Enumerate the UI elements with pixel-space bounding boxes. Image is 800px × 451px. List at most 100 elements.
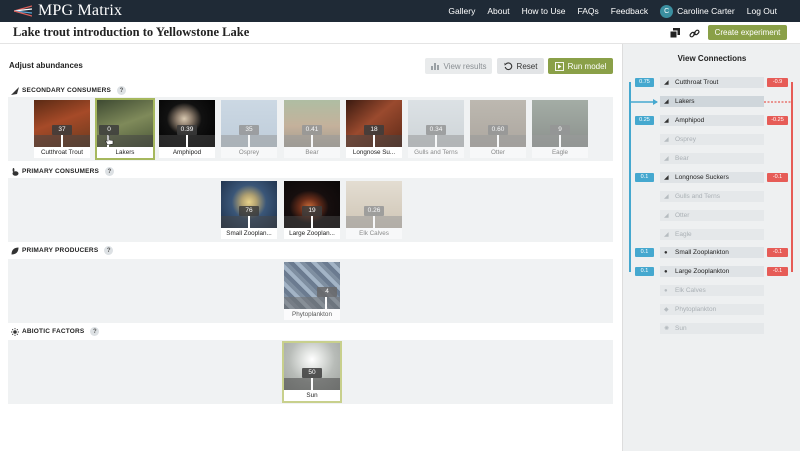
card-phytoplankton[interactable]: 4 Phytoplankton bbox=[284, 262, 340, 320]
main-panel: Adjust abundances View results Reset Run… bbox=[0, 44, 622, 451]
positive-weight-badge: 0.1 bbox=[635, 248, 654, 257]
card-small-zooplankton[interactable]: 76 Small Zooplan... bbox=[221, 181, 277, 239]
card-longnose-suckers[interactable]: 18 Longnose Su... bbox=[346, 100, 402, 158]
reset-icon bbox=[504, 61, 512, 70]
adjust-abundances-heading: Adjust abundances bbox=[9, 61, 83, 70]
secondary-help-icon[interactable]: ? bbox=[117, 86, 127, 95]
connection-osprey[interactable]: ◢ Osprey bbox=[660, 134, 764, 145]
nav-faqs[interactable]: FAQs bbox=[578, 6, 599, 16]
hand-cursor-icon bbox=[105, 135, 114, 145]
negative-weight-badge: -0.9 bbox=[767, 78, 788, 87]
negative-weight-badge: -0.1 bbox=[767, 248, 788, 257]
card-amphipod[interactable]: 0.39 Amphipod bbox=[159, 100, 215, 158]
fish-icon bbox=[11, 86, 19, 95]
card-osprey[interactable]: 35 Osprey bbox=[221, 100, 277, 158]
copy-button[interactable] bbox=[668, 26, 682, 40]
leaf-icon: ◆ bbox=[664, 307, 669, 313]
abundance-value: 0.60 bbox=[488, 125, 508, 135]
connection-bear[interactable]: ◢ Bear bbox=[660, 153, 764, 164]
primary-producers-heading: PRIMARY PRODUCERS ? bbox=[11, 246, 114, 255]
connections-panel: View Connections 0.75 ◢ Cutthroat Trout -… bbox=[622, 44, 800, 451]
fish-icon: ◢ bbox=[664, 99, 669, 105]
card-otter[interactable]: 0.60 Otter bbox=[470, 100, 526, 158]
abiotic-factors-heading: ABIOTIC FACTORS ? bbox=[11, 327, 100, 336]
fish-icon: ◢ bbox=[664, 213, 669, 219]
bar-chart-icon bbox=[430, 63, 439, 70]
primary-consumers-row: 76 Small Zooplan... 19 Large Zooplan... … bbox=[8, 178, 613, 242]
abundance-value: 35 bbox=[239, 125, 259, 135]
positive-weight-badge: 0.1 bbox=[635, 267, 654, 276]
primary-help-icon[interactable]: ? bbox=[105, 167, 115, 176]
fish-icon: ◢ bbox=[664, 80, 669, 86]
abundance-value: 9 bbox=[550, 125, 570, 135]
fish-icon: ◢ bbox=[664, 118, 669, 124]
species-label: Elk Calves bbox=[359, 230, 389, 237]
connection-elk-calves[interactable]: ● Elk Calves bbox=[660, 285, 764, 296]
nav-how-to-use[interactable]: How to Use bbox=[522, 6, 566, 16]
reset-label: Reset bbox=[516, 61, 538, 71]
create-experiment-button[interactable]: Create experiment bbox=[708, 25, 787, 40]
abundance-value: 37 bbox=[52, 125, 72, 135]
app-title: MPG Matrix bbox=[38, 2, 123, 19]
avatar[interactable]: C bbox=[660, 4, 674, 18]
share-link-button[interactable] bbox=[687, 26, 701, 40]
connection-small-zooplankton[interactable]: ● Small Zooplankton bbox=[660, 247, 764, 258]
card-sun[interactable]: 50 Sun bbox=[282, 341, 342, 403]
nav-about[interactable]: About bbox=[487, 6, 509, 16]
primary-consumers-heading: PRIMARY CONSUMERS ? bbox=[11, 167, 115, 176]
rabbit-icon: ● bbox=[664, 268, 668, 275]
connection-sun[interactable]: ✺ Sun bbox=[660, 323, 764, 334]
connection-eagle[interactable]: ◢ Eagle bbox=[660, 229, 764, 240]
fish-icon: ◢ bbox=[664, 137, 669, 143]
card-large-zooplankton[interactable]: 19 Large Zooplan... bbox=[284, 181, 340, 239]
primary-producers-row: 4 Phytoplankton bbox=[8, 259, 613, 323]
fish-icon: ◢ bbox=[664, 232, 669, 238]
species-label: Phytoplankton bbox=[292, 311, 332, 318]
negative-weight-badge: -0.1 bbox=[767, 267, 788, 276]
run-model-label: Run model bbox=[567, 61, 607, 71]
nav-feedback[interactable]: Feedback bbox=[611, 6, 648, 16]
nav-user-name[interactable]: Caroline Carter bbox=[677, 6, 735, 16]
abundance-value: 19 bbox=[302, 206, 322, 216]
reset-button[interactable]: Reset bbox=[497, 58, 544, 74]
positive-weight-badge: 0.25 bbox=[635, 116, 654, 125]
nav-logout[interactable]: Log Out bbox=[747, 6, 777, 16]
producers-help-icon[interactable]: ? bbox=[104, 246, 114, 255]
abiotic-help-icon[interactable]: ? bbox=[90, 327, 100, 336]
connection-otter[interactable]: ◢ Otter bbox=[660, 210, 764, 221]
connection-lakers[interactable]: ◢ Lakers bbox=[660, 96, 764, 107]
rabbit-icon: ● bbox=[664, 249, 668, 256]
positive-weight-badge: 0.75 bbox=[635, 78, 654, 87]
card-lakers[interactable]: 0 Lakers bbox=[95, 98, 155, 160]
connection-amphipod[interactable]: ◢ Amphipod bbox=[660, 115, 764, 126]
species-label: Gulls and Terns bbox=[414, 149, 458, 156]
view-results-label: View results bbox=[443, 61, 487, 71]
card-gulls-and-terns[interactable]: 0.34 Gulls and Terns bbox=[408, 100, 464, 158]
card-bear[interactable]: 0.41 Bear bbox=[284, 100, 340, 158]
connection-gulls-and-terns[interactable]: ◢ Gulls and Terns bbox=[660, 191, 764, 202]
card-elk-calves[interactable]: 0.26 Elk Calves bbox=[346, 181, 402, 239]
view-results-button[interactable]: View results bbox=[425, 58, 492, 74]
connection-cutthroat-trout[interactable]: ◢ Cutthroat Trout bbox=[660, 77, 764, 88]
card-cutthroat-trout[interactable]: 37 Cutthroat Trout bbox=[34, 100, 90, 158]
abiotic-factors-row: 50 Sun bbox=[8, 340, 613, 404]
connection-phytoplankton[interactable]: ◆ Phytoplankton bbox=[660, 304, 764, 315]
secondary-consumers-heading: SECONDARY CONSUMERS ? bbox=[11, 86, 127, 95]
link-icon bbox=[688, 29, 700, 37]
connection-longnose-suckers[interactable]: ◢ Longnose Suckers bbox=[660, 172, 764, 183]
run-model-button[interactable]: Run model bbox=[548, 58, 613, 74]
connection-large-zooplankton[interactable]: ● Large Zooplankton bbox=[660, 266, 764, 277]
app-logo[interactable]: MPG Matrix bbox=[14, 2, 122, 20]
leaf-icon bbox=[11, 247, 19, 254]
nav-gallery[interactable]: Gallery bbox=[448, 6, 475, 16]
abundance-value: 4 bbox=[317, 287, 337, 297]
play-icon bbox=[554, 61, 564, 71]
main-nav: Gallery About How to Use FAQs Feedback C… bbox=[448, 0, 800, 22]
species-label: Large Zooplan... bbox=[289, 230, 335, 237]
card-eagle[interactable]: 9 Eagle bbox=[532, 100, 588, 158]
abundance-value: 50 bbox=[302, 368, 322, 378]
positive-weight-badge: 0.1 bbox=[635, 173, 654, 182]
species-label: Longnose Su... bbox=[352, 149, 396, 156]
page-title: Lake trout introduction to Yellowstone L… bbox=[13, 25, 250, 39]
abundance-value: 0.34 bbox=[426, 125, 446, 135]
